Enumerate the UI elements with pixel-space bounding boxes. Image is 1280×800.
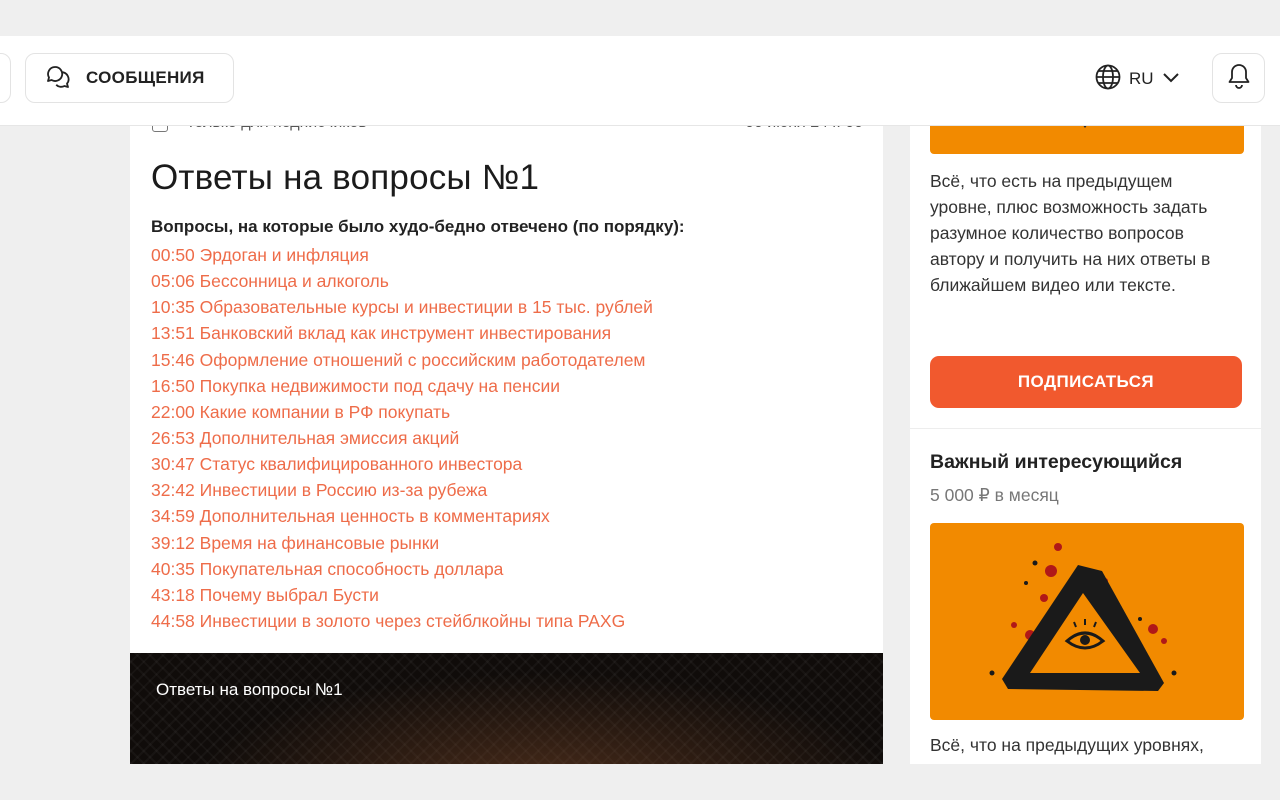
post-title: Ответы на вопросы №1 — [151, 158, 540, 197]
timestamps-list: 00:50 Эрдоган и инфляция 05:06 Бессонниц… — [151, 242, 653, 634]
timestamp-link[interactable]: 16:50 Покупка недвижимости под сдачу на … — [151, 373, 653, 399]
tier-description: Всё, что на предыдущих уровнях, — [930, 735, 1204, 755]
timestamp-link[interactable]: 15:46 Оформление отношений с российским … — [151, 347, 653, 373]
bell-icon — [1226, 62, 1252, 95]
tier-description: Всё, что есть на предыдущем уровне, плюс… — [930, 171, 1211, 296]
timestamp-link[interactable]: 39:12 Время на финансовые рынки — [151, 530, 653, 556]
timestamp-link[interactable]: 40:35 Покупательная способность доллара — [151, 556, 653, 582]
video-player[interactable]: Ответы на вопросы №1 — [130, 653, 883, 764]
messages-icon — [46, 64, 72, 93]
chevron-down-icon — [1161, 69, 1181, 89]
messages-label: СООБЩЕНИЯ — [86, 68, 205, 87]
notifications-button[interactable] — [1212, 53, 1265, 103]
timestamp-link[interactable]: 00:50 Эрдоган и инфляция — [151, 242, 653, 268]
tier-name: Важный интересующийся — [930, 451, 1183, 473]
timestamp-link[interactable]: 13:51 Банковский вклад как инструмент ин… — [151, 320, 653, 346]
timestamp-link[interactable]: 34:59 Дополнительная ценность в коммента… — [151, 503, 653, 529]
nav-button-partial[interactable] — [0, 53, 11, 103]
timestamp-link[interactable]: 43:18 Почему выбрал Бусти — [151, 582, 653, 608]
timestamp-link[interactable]: 44:58 Инвестиции в золото через стейблко… — [151, 608, 653, 634]
timestamp-link[interactable]: 10:35 Образовательные курсы и инвестиции… — [151, 294, 653, 320]
globe-icon — [1094, 63, 1122, 96]
subscribe-button[interactable]: ПОДПИСАТЬСЯ — [930, 356, 1242, 408]
timestamp-link[interactable]: 05:06 Бессонница и алкоголь — [151, 268, 653, 294]
divider — [910, 428, 1261, 429]
video-title: Ответы на вопросы №1 — [156, 680, 343, 699]
tier-price: 5 000 ₽ в месяц — [930, 485, 1059, 505]
language-code: RU — [1129, 69, 1154, 88]
timestamp-link[interactable]: 22:00 Какие компании в РФ покупать — [151, 399, 653, 425]
language-selector[interactable]: RU — [1094, 64, 1181, 94]
timestamp-link[interactable]: 30:47 Статус квалифицированного инвестор… — [151, 451, 653, 477]
eye-triangle-icon — [989, 543, 1177, 691]
timestamp-link[interactable]: 32:42 Инвестиции в Россию из-за рубежа — [151, 477, 653, 503]
post-intro: Вопросы, на которые было худо-бедно отве… — [151, 217, 685, 236]
top-bar: СООБЩЕНИЯ RU — [0, 36, 1280, 126]
tier-image — [930, 523, 1244, 720]
timestamp-link[interactable]: 26:53 Дополнительная эмиссия акций — [151, 425, 653, 451]
messages-button[interactable]: СООБЩЕНИЯ — [25, 53, 234, 103]
